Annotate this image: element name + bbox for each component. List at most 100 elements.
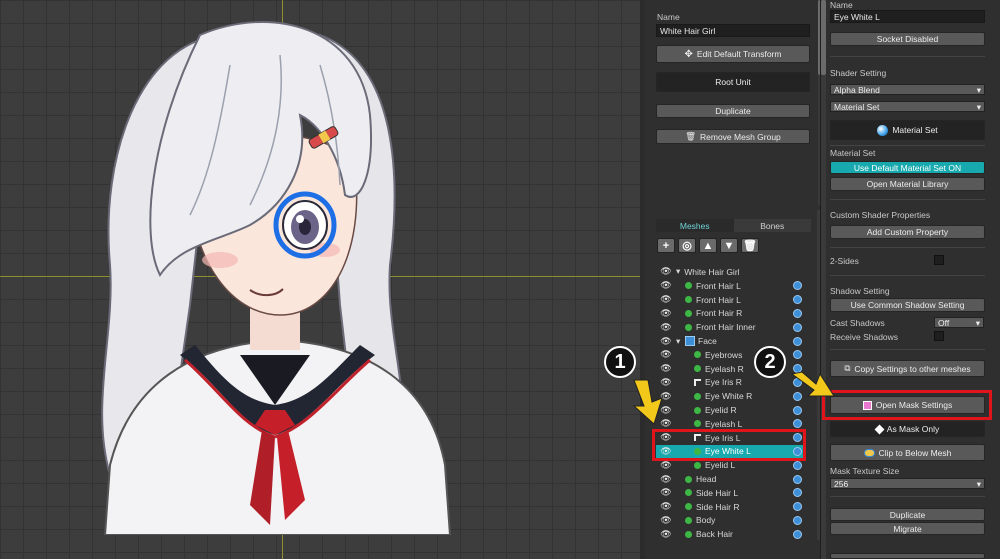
edit-default-transform-button[interactable]: ✥ Edit Default Transform [656,45,810,63]
tree-mesh-item[interactable]: 👁 Front Hair R [656,307,806,321]
tree-group-item[interactable]: 👁 ▾ Face [656,334,806,348]
tree-item-label: Eyelash L [705,418,743,429]
move-up-icon[interactable]: ▲ [699,238,717,253]
tree-mesh-item[interactable]: 👁 Body [656,514,806,528]
add-icon[interactable]: + [657,238,675,253]
tree-mesh-item[interactable]: 👁 Side Hair R [656,500,806,514]
tree-mesh-item[interactable]: 👁 Front Hair Inner [656,320,806,334]
as-mask-only-button[interactable]: As Mask Only [830,421,985,437]
tree-root-label: White Hair Girl [684,266,740,277]
visibility-icon[interactable]: 👁 [656,515,676,526]
mesh-icon [694,406,701,414]
tree-mesh-item[interactable]: 👁 Eye Iris R [656,376,806,390]
use-default-material-set-toggle[interactable]: Use Default Material Set ON [830,161,985,174]
tree-mesh-item[interactable]: 👁 Head [656,472,806,486]
use-common-shadow-button[interactable]: Use Common Shadow Setting [830,298,985,312]
tree-root[interactable]: 👁 ▾ White Hair Girl [656,265,806,279]
material-set-button[interactable]: Material Set [830,120,985,140]
move-down-icon[interactable]: ▼ [720,238,738,253]
settings-icon[interactable] [793,281,802,291]
indent: ▾ [676,335,681,346]
settings-icon[interactable] [793,502,802,512]
tree-item-label: Eyelash R [705,363,744,374]
clip-to-below-mesh-label: Clip to Below Mesh [878,447,952,458]
receive-shadows-checkbox[interactable] [934,331,944,341]
tab-bones[interactable]: Bones [733,219,811,232]
cast-shadows-dropdown[interactable]: Off ▾ [934,317,984,328]
visibility-icon[interactable]: 👁 [656,363,676,374]
settings-icon[interactable] [793,405,802,415]
open-material-library-button[interactable]: Open Material Library [830,177,985,191]
tree-mesh-item[interactable]: 👁 Back Hair [656,527,806,541]
tree-mesh-item[interactable]: 👁 Eyelid R [656,403,806,417]
layer-icon[interactable]: ◎ [678,238,696,253]
tree-mesh-item[interactable]: 👁 Front Hair L [656,293,806,307]
settings-icon[interactable] [793,336,802,346]
visibility-icon[interactable]: 👁 [656,460,676,471]
blend-mode-dropdown[interactable]: Alpha Blend ▾ [830,84,985,95]
visibility-icon[interactable]: 👁 [656,322,676,333]
settings-icon[interactable] [793,350,802,360]
expand-icon[interactable]: ▾ [676,266,680,277]
remove-mesh-group-button[interactable]: 🗑 Remove Mesh Group [656,129,810,144]
tree-item-label: Front Hair L [696,294,741,305]
visibility-icon[interactable]: 👁 [656,487,676,498]
edit-default-transform-label: Edit Default Transform [696,49,782,59]
material-set-dropdown[interactable]: Material Set ▾ [830,101,985,112]
step-2-marker: 2 [754,346,786,378]
mask-button-highlight-box [822,390,992,420]
mesh-group-icon [685,336,695,347]
settings-icon[interactable] [793,419,802,429]
visibility-icon[interactable]: 👁 [656,474,676,485]
root-unit-button[interactable]: Root Unit [656,72,810,92]
delete-icon[interactable]: 🗑 [741,238,759,253]
remove-mesh-group-label: Remove Mesh Group [700,131,781,142]
receive-shadows-label: Receive Shadows [830,332,899,342]
visibility-icon[interactable]: 👁 [656,529,676,540]
duplicate-mesh-button[interactable]: Duplicate [830,508,985,521]
copy-icon: ⧉ [844,363,851,373]
two-sides-checkbox[interactable] [934,255,944,265]
settings-icon[interactable] [793,515,802,525]
custom-shader-label: Custom Shader Properties [830,210,931,220]
visibility-icon[interactable]: 👁 [656,308,676,319]
settings-icon[interactable] [793,308,802,318]
tree-mesh-item[interactable]: 👁 Side Hair L [656,486,806,500]
tab-meshes[interactable]: Meshes [656,219,734,232]
name-field[interactable]: White Hair Girl [656,24,810,37]
settings-icon[interactable] [793,474,802,484]
dropdown-arrow-icon: ▾ [976,479,981,489]
visibility-icon[interactable]: 👁 [656,280,676,291]
duplicate-mesh-group-button[interactable]: Duplicate [656,104,810,118]
mask-texture-size-dropdown[interactable]: 256 ▾ [830,478,985,489]
settings-icon[interactable] [793,488,802,498]
mesh-icon [694,365,701,373]
divider [830,247,985,248]
settings-icon[interactable] [793,529,802,539]
settings-icon[interactable] [793,295,802,305]
right-scrollbar[interactable] [821,0,826,559]
viewport[interactable] [0,0,640,559]
visibility-icon[interactable]: 👁 [656,294,676,305]
tree-mesh-item[interactable]: 👁 Eye White R [656,389,806,403]
clip-icon [863,448,875,457]
mesh-icon [685,282,692,290]
tree-mesh-item[interactable]: 👁 Front Hair L [656,279,806,293]
step-1-arrow-icon [632,379,663,425]
right-name-field[interactable]: Eye White L [830,10,985,23]
copy-settings-button[interactable]: ⧉ Copy Settings to other meshes [830,360,985,377]
visibility-icon[interactable]: 👁 [656,349,676,360]
migrate-button[interactable]: Migrate [830,522,985,535]
settings-icon[interactable] [793,322,802,332]
settings-icon[interactable] [793,460,802,470]
add-custom-property-button[interactable]: Add Custom Property [830,225,985,239]
visibility-icon[interactable]: 👁 [656,336,676,347]
divider [830,496,985,497]
visibility-icon[interactable]: 👁 [656,501,676,512]
clipping-icon [694,378,701,386]
right-name-label: Name [830,0,853,10]
clip-to-below-mesh-button[interactable]: Clip to Below Mesh [830,444,985,461]
socket-disabled-button[interactable]: Socket Disabled [830,32,985,46]
visibility-icon[interactable]: 👁 [656,266,676,277]
partial-bottom-button[interactable] [830,553,985,559]
